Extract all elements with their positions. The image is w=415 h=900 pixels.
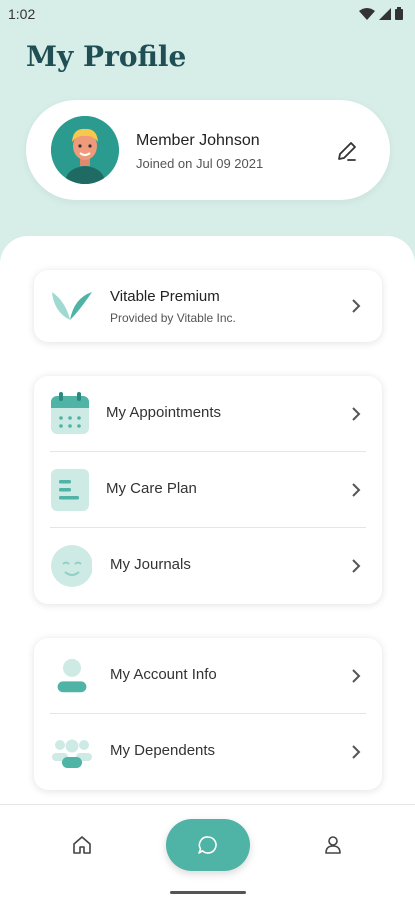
status-bar: 1:02 <box>0 0 415 28</box>
premium-subtitle: Provided by Vitable Inc. <box>110 311 236 325</box>
menu-item-account-info[interactable]: My Account Info <box>34 638 382 714</box>
menu-item-label: My Care Plan <box>106 480 197 497</box>
member-name: Member Johnson <box>136 132 260 149</box>
menu-group-account: My Account Info My Dependents <box>34 638 382 790</box>
menu-item-appointments[interactable]: My Appointments <box>34 376 382 452</box>
home-indicator <box>170 891 246 894</box>
menu-item-care-plan[interactable]: My Care Plan <box>34 452 382 528</box>
menu-item-label: My Dependents <box>110 742 216 759</box>
wifi-icon <box>359 7 375 20</box>
chat-icon <box>198 836 217 854</box>
edit-profile-button[interactable] <box>334 138 360 164</box>
battery-icon <box>395 7 403 20</box>
group-icon <box>52 739 92 768</box>
profile-icon <box>325 836 341 854</box>
calendar-icon <box>51 392 89 434</box>
chevron-right-icon <box>352 483 361 497</box>
home-icon <box>73 836 91 854</box>
status-time: 1:02 <box>8 6 36 22</box>
menu-item-journals[interactable]: My Journals <box>34 528 382 604</box>
nav-chat-button[interactable] <box>166 819 250 871</box>
vitable-logo-icon <box>52 292 92 320</box>
user-icon <box>57 658 87 693</box>
bottom-nav <box>0 804 415 900</box>
chevron-right-icon <box>352 407 361 421</box>
page-title: My Profile <box>26 40 187 73</box>
chevron-right-icon <box>352 745 361 759</box>
nav-home-button[interactable] <box>70 833 94 857</box>
menu-group-health: My Appointments My Care Plan My Journals <box>34 376 382 604</box>
profile-card: Member Johnson Joined on Jul 09 2021 <box>26 100 390 200</box>
chevron-right-icon <box>352 669 361 683</box>
avatar <box>51 116 119 184</box>
signal-icon <box>379 7 391 20</box>
profile-screen: 1:02 My Profile Member Johnson Joined on… <box>0 0 415 900</box>
menu-item-label: My Appointments <box>106 404 222 421</box>
menu-item-dependents[interactable]: My Dependents <box>34 714 382 790</box>
chevron-right-icon <box>352 299 361 313</box>
chevron-right-icon <box>352 559 361 573</box>
premium-card[interactable]: Vitable Premium Provided by Vitable Inc. <box>34 270 382 342</box>
nav-profile-button[interactable] <box>321 833 345 857</box>
pencil-icon <box>338 142 356 161</box>
premium-title: Vitable Premium <box>110 288 220 305</box>
status-icons <box>359 7 403 20</box>
document-icon <box>51 469 89 511</box>
menu-item-label: My Journals <box>110 556 191 573</box>
menu-item-label: My Account Info <box>110 666 217 683</box>
smiley-icon <box>51 545 92 587</box>
member-joined-date: Joined on Jul 09 2021 <box>136 156 264 171</box>
